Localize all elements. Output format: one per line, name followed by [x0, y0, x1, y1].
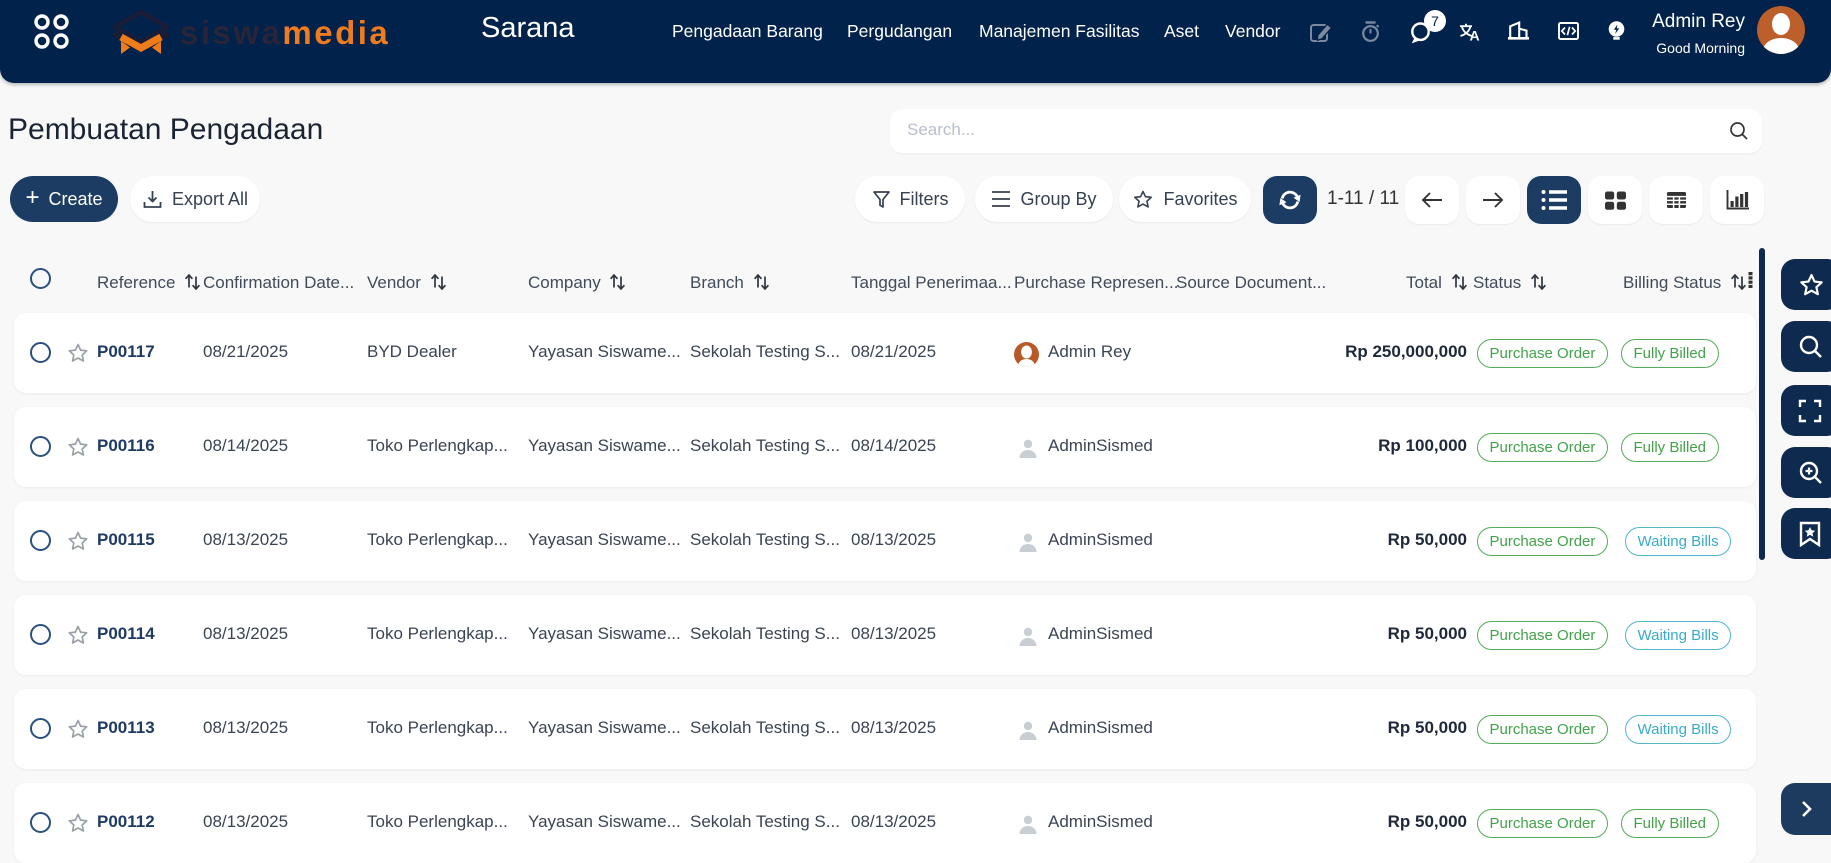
svg-text:A: A — [1470, 28, 1480, 42]
